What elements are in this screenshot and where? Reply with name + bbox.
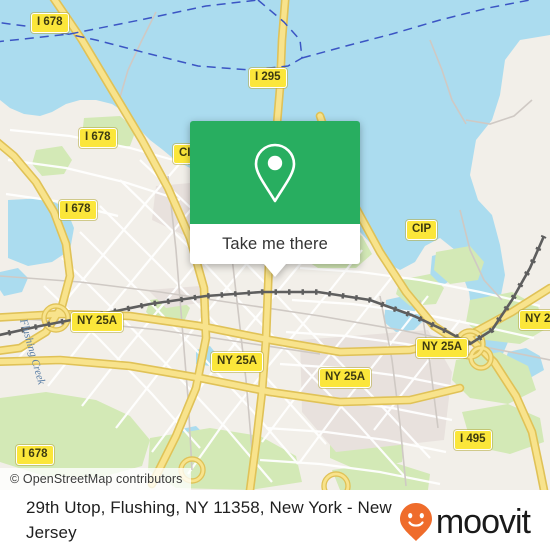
callout-tail bbox=[264, 264, 286, 277]
map-screenshot: Flushing Creek I 678 I 295 I 678 CIP I 6… bbox=[0, 0, 550, 550]
callout-marker-panel bbox=[190, 121, 360, 224]
moovit-smiley-pin-icon bbox=[399, 503, 432, 541]
road-shield: I 678 bbox=[31, 13, 69, 33]
road-shield: I 678 bbox=[16, 445, 54, 465]
location-title: 29th Utop, Flushing, NY 11358, New York … bbox=[26, 498, 392, 542]
road-shield: NY 25 bbox=[519, 310, 550, 330]
road-shield: NY 25A bbox=[211, 352, 264, 372]
road-shield: I 495 bbox=[454, 430, 492, 450]
map-pin-icon bbox=[254, 143, 296, 202]
footer-bar: 29th Utop, Flushing, NY 11358, New York … bbox=[0, 490, 550, 550]
road-shield: NY 25A bbox=[71, 312, 124, 332]
road-shield: NY 25A bbox=[416, 338, 469, 358]
take-me-there-button[interactable]: Take me there bbox=[190, 224, 360, 264]
road-shield: I 678 bbox=[59, 200, 97, 220]
road-shield: CIP bbox=[406, 220, 438, 240]
moovit-logo[interactable]: moovit bbox=[399, 502, 531, 542]
map-canvas[interactable]: Flushing Creek I 678 I 295 I 678 CIP I 6… bbox=[0, 0, 550, 490]
road-shield: I 295 bbox=[249, 68, 287, 88]
moovit-wordmark: moovit bbox=[435, 503, 531, 541]
osm-attribution[interactable]: © OpenStreetMap contributors bbox=[0, 468, 191, 490]
road-shield: I 678 bbox=[79, 128, 117, 148]
location-callout-card[interactable]: Take me there bbox=[190, 121, 360, 277]
road-shield: NY 25A bbox=[319, 368, 372, 388]
